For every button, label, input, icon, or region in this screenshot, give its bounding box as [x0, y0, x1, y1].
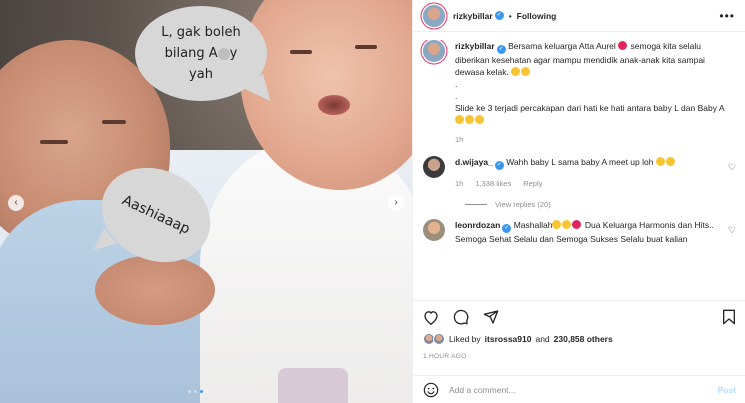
bookmark-icon[interactable]: [722, 309, 736, 325]
emoji-icon[interactable]: [423, 382, 439, 398]
emoji: [562, 220, 572, 229]
emoji: [455, 115, 464, 124]
emoji: [465, 115, 474, 124]
comment-username[interactable]: leonrdozan: [455, 220, 500, 230]
caption-dot: .: [455, 91, 458, 101]
comment-heart-icon[interactable]: ♡: [728, 225, 736, 236]
post-header: rizkybillar ✓ • Following •••: [413, 0, 745, 32]
caption-text: Bersama keluarga Atta Aurel: [508, 41, 616, 51]
reply-button[interactable]: Reply: [523, 178, 542, 190]
baby-right-mouth: [318, 95, 350, 115]
carousel-dot: [188, 390, 191, 393]
divider: [465, 204, 487, 205]
comments-section[interactable]: rizkybillar ✓ Bersama keluarga Atta Aurel…: [413, 40, 745, 290]
view-replies-label[interactable]: View replies (20): [495, 200, 551, 209]
comment-heart-icon[interactable]: ♡: [728, 162, 736, 173]
caption: rizkybillar ✓ Bersama keluarga Atta Aurel…: [423, 40, 736, 146]
baby-left-eye: [40, 140, 68, 144]
caption-time[interactable]: 1h: [455, 134, 463, 146]
baby-right-eye: [355, 45, 377, 49]
likes-line: Liked by itsrossa910 and 230,858 others: [423, 333, 736, 345]
instagram-post: L, gak boleh bilang A y yah Aashiaaap ‹ ›…: [0, 0, 745, 403]
sleeve-cuff: [278, 368, 348, 403]
likes-prefix: Liked by: [449, 334, 481, 344]
post-image[interactable]: L, gak boleh bilang A y yah Aashiaaap ‹ ›: [0, 0, 412, 403]
emoji: [552, 220, 562, 229]
more-icon[interactable]: •••: [719, 9, 735, 23]
bubble-line: bilang A: [164, 46, 218, 61]
avatar[interactable]: [423, 40, 445, 62]
chevron-left-icon[interactable]: ‹: [8, 195, 24, 211]
bubble-text: Aashiaaap: [119, 192, 193, 238]
bubble-line: yah: [189, 67, 213, 82]
emoji: [511, 67, 521, 76]
heart-emoji: [618, 41, 628, 50]
censor-dot: [217, 47, 230, 60]
add-comment-bar: Post: [413, 375, 745, 403]
separator-dot: •: [508, 10, 512, 21]
speech-bubble-top: L, gak boleh bilang A y yah: [135, 6, 267, 101]
carousel-dot: [206, 390, 209, 393]
likes-and: and: [535, 334, 550, 344]
verified-icon: ✓: [502, 224, 512, 233]
bubble-line: L, gak boleh: [161, 25, 241, 40]
post-button[interactable]: Post: [718, 385, 736, 395]
share-icon[interactable]: [483, 309, 499, 325]
post-actions: Liked by itsrossa910 and 230,858 others …: [413, 300, 745, 360]
verified-icon: ✓: [494, 161, 504, 170]
emoji: [475, 115, 484, 124]
avatar[interactable]: [423, 219, 445, 241]
likes-count[interactable]: 230,858 others: [554, 334, 613, 344]
view-replies[interactable]: View replies (20): [465, 200, 736, 209]
comment-icon[interactable]: [453, 309, 469, 325]
emoji: [655, 157, 665, 166]
carousel-dot: [200, 390, 203, 393]
heart-emoji: [572, 220, 582, 229]
comment: d.wijaya_ ✓ Wahh baby L sama baby A meet …: [423, 156, 736, 190]
emoji: [665, 157, 675, 166]
comment-input[interactable]: [449, 384, 708, 395]
comment-text: Mashallah: [513, 220, 553, 230]
comment-username[interactable]: d.wijaya_: [455, 157, 493, 167]
caption-dot: .: [455, 79, 458, 89]
avatar[interactable]: [423, 4, 445, 27]
caption-username[interactable]: rizkybillar: [455, 41, 495, 51]
avatar[interactable]: [423, 156, 445, 178]
heart-icon[interactable]: [423, 310, 439, 325]
baby-hand: [95, 255, 215, 325]
comment-likes[interactable]: 1,338 likes: [475, 178, 511, 190]
carousel-dots: [188, 390, 209, 393]
liker-username[interactable]: itsrossa910: [485, 334, 532, 344]
following-button[interactable]: Following: [517, 11, 557, 21]
bubble-line: y: [229, 46, 238, 61]
baby-right-eye: [290, 50, 312, 54]
post-side-panel: rizkybillar ✓ • Following ••• rizkybilla…: [412, 0, 745, 403]
comment-time[interactable]: 1h: [455, 178, 463, 190]
caption-text: Slide ke 3 terjadi percakapan dari hati …: [455, 103, 725, 113]
header-username[interactable]: rizkybillar: [453, 11, 493, 21]
baby-left-eye: [102, 120, 126, 124]
comment: leonrdozan ✓ Mashallah Dua Keluarga Harmo…: [423, 219, 736, 245]
emoji: [521, 67, 531, 76]
comment-text: Wahh baby L sama baby A meet up loh: [506, 157, 654, 167]
carousel-dot: [194, 390, 197, 393]
verified-icon: ✓: [494, 11, 504, 20]
verified-icon: ✓: [496, 45, 506, 54]
liker-avatar: [433, 333, 445, 345]
post-timestamp[interactable]: 1 HOUR AGO: [423, 353, 736, 360]
chevron-right-icon[interactable]: ›: [388, 195, 404, 211]
